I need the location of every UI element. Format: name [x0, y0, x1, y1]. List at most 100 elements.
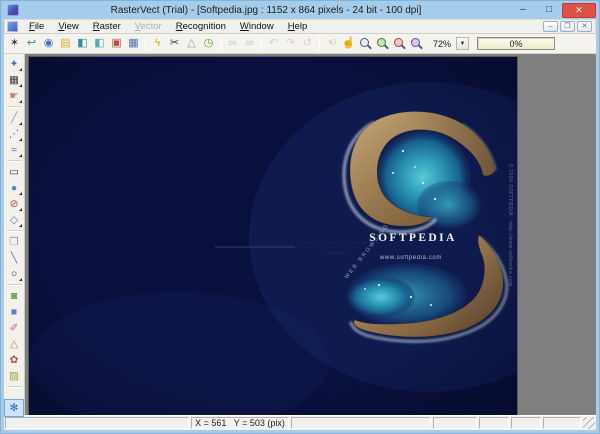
zoom-in-button[interactable]	[374, 36, 391, 52]
app-icon	[7, 4, 19, 16]
pen-button[interactable]: ✐	[5, 320, 23, 336]
separator	[220, 36, 221, 51]
redo-button[interactable]: ↷	[282, 36, 299, 52]
status-panel	[433, 417, 477, 429]
separator	[6, 106, 22, 108]
toolbar-group-zoom: ☜ ☝	[323, 36, 425, 52]
snap-star-icon: ✻	[9, 401, 19, 414]
zoom-window-button[interactable]	[408, 36, 425, 52]
open-folder-button[interactable]: ▤	[57, 36, 74, 52]
fill-square-button[interactable]: ■	[5, 304, 23, 320]
help-book-button[interactable]: ▣	[108, 36, 125, 52]
raster-image[interactable]: WEB BROWSING SOFTPEDIA www.softpedia.com…	[29, 57, 517, 415]
document-icon[interactable]	[7, 21, 18, 32]
sphere-button[interactable]: ●	[5, 180, 23, 196]
close-button[interactable]: ✕	[562, 2, 596, 18]
separator	[319, 36, 320, 51]
find-next-binoculars-icon: ∞	[245, 37, 254, 49]
menu-file[interactable]: File	[22, 20, 51, 34]
page-icon: ❐	[9, 235, 19, 248]
grab-hand-icon: ☛	[9, 89, 19, 102]
pan-hand-button[interactable]: ☜	[323, 36, 340, 52]
menu-help[interactable]: Help	[281, 20, 315, 34]
measure-triangle-button[interactable]: △	[183, 36, 200, 52]
wizard-button[interactable]: ✶	[6, 36, 23, 52]
zoom-icon	[360, 38, 371, 49]
resize-grip[interactable]	[583, 417, 595, 429]
find-binoculars-button[interactable]: ∞	[224, 36, 241, 52]
window-controls: – □ ✕	[510, 1, 596, 19]
separator	[6, 386, 22, 388]
ellipse-button[interactable]: ○	[5, 266, 23, 282]
repeat-button[interactable]: ↺	[299, 36, 316, 52]
recognize-lightning-icon: ϟ	[154, 37, 161, 49]
raster-grid-button[interactable]: ▦	[5, 72, 23, 88]
zoom-level-value[interactable]: 72%	[425, 39, 456, 49]
shape-button[interactable]: ◇	[5, 212, 23, 228]
brush-icon: ✿	[9, 353, 19, 366]
forbid-button[interactable]: ⊘	[5, 196, 23, 212]
find-next-binoculars-button[interactable]: ∞	[241, 36, 258, 52]
brush-button[interactable]: ✿	[5, 352, 23, 368]
zoom-window-icon	[411, 38, 422, 49]
grab-hand-button[interactable]: ☛	[5, 88, 23, 104]
child-restore-button[interactable]: ❐	[560, 21, 575, 32]
help-book-icon: ▣	[111, 37, 122, 49]
menu-window[interactable]: Window	[233, 20, 281, 34]
zoom-out-button[interactable]	[391, 36, 408, 52]
hatch-button[interactable]: ▨	[5, 368, 23, 384]
island-photo: WEB BROWSING SOFTPEDIA www.softpedia.com…	[29, 57, 517, 415]
document-canvas: WEB BROWSING SOFTPEDIA www.softpedia.com…	[25, 54, 596, 415]
pick-hand-icon: ☝	[341, 37, 356, 49]
line-icon: ╱	[10, 111, 18, 124]
toolbar-group-file: ✶ ↩ ◉ ▤ ◧ ◧ ▣ ▦	[6, 36, 142, 52]
status-panel	[543, 417, 581, 429]
repeat-icon: ↺	[302, 37, 313, 49]
timer-clock-icon: ◷	[203, 37, 214, 49]
print-button[interactable]: ▦	[125, 36, 142, 52]
bucket-button[interactable]: ◙	[5, 288, 23, 304]
select-icon: ✦	[9, 57, 19, 70]
toolbar: ✶ ↩ ◉ ▤ ◧ ◧ ▣ ▦ ϟ ✂ △ ◷ ∞ ∞ ↶ ↷ ↺ ☜ ☝ 72% ▼ 0%	[4, 34, 596, 54]
cut-scissors-button[interactable]: ✂	[166, 36, 183, 52]
child-minimize-button[interactable]: –	[543, 21, 558, 32]
save-as-button[interactable]: ◧	[91, 36, 108, 52]
recognize-lightning-button[interactable]: ϟ	[149, 36, 166, 52]
timer-clock-button[interactable]: ◷	[200, 36, 217, 52]
acquire-button[interactable]: ◉	[40, 36, 57, 52]
ellipse-icon: ○	[10, 267, 18, 280]
line-2-icon: ╲	[10, 251, 18, 264]
select-button[interactable]: ✦	[5, 56, 23, 72]
polygon-icon: △	[9, 337, 19, 350]
pick-hand-button[interactable]: ☝	[340, 36, 357, 52]
redo-icon: ↷	[285, 37, 296, 49]
curve-button[interactable]: ≈	[5, 142, 23, 158]
minimize-button[interactable]: –	[510, 3, 536, 18]
undo-button[interactable]: ↶	[265, 36, 282, 52]
polyline-button[interactable]: ⋰	[5, 126, 23, 142]
menu-raster[interactable]: Raster	[86, 20, 128, 34]
polygon-button[interactable]: △	[5, 336, 23, 352]
measure-triangle-icon: △	[187, 37, 196, 49]
line-button[interactable]: ╱	[5, 110, 23, 126]
progress-bar: 0%	[477, 37, 556, 50]
import-button[interactable]: ↩	[23, 36, 40, 52]
save-icon: ◧	[77, 37, 88, 49]
save-button[interactable]: ◧	[74, 36, 91, 52]
snap-star-button[interactable]: ✻	[4, 399, 24, 417]
menu-recognition[interactable]: Recognition	[169, 20, 233, 34]
menubar: File View Raster Vector Recognition Wind…	[4, 19, 596, 34]
cursor-coordinates: X = 561 Y = 503 (pix)	[191, 417, 289, 429]
toolbar-group-tools: ϟ ✂ △ ◷	[149, 36, 217, 52]
child-close-button[interactable]: ✕	[577, 21, 592, 32]
maximize-button[interactable]: □	[536, 3, 562, 18]
shape-icon: ◇	[9, 213, 19, 226]
rectangle-button[interactable]: ▭	[5, 164, 23, 180]
raster-grid-icon: ▦	[9, 73, 19, 86]
page-button[interactable]: ❐	[5, 234, 23, 250]
zoom-dropdown-button[interactable]: ▼	[456, 37, 470, 50]
line-2-button[interactable]: ╲	[5, 250, 23, 266]
zoom-button[interactable]	[357, 36, 374, 52]
menu-view[interactable]: View	[51, 20, 85, 34]
pen-icon: ✐	[9, 321, 19, 334]
